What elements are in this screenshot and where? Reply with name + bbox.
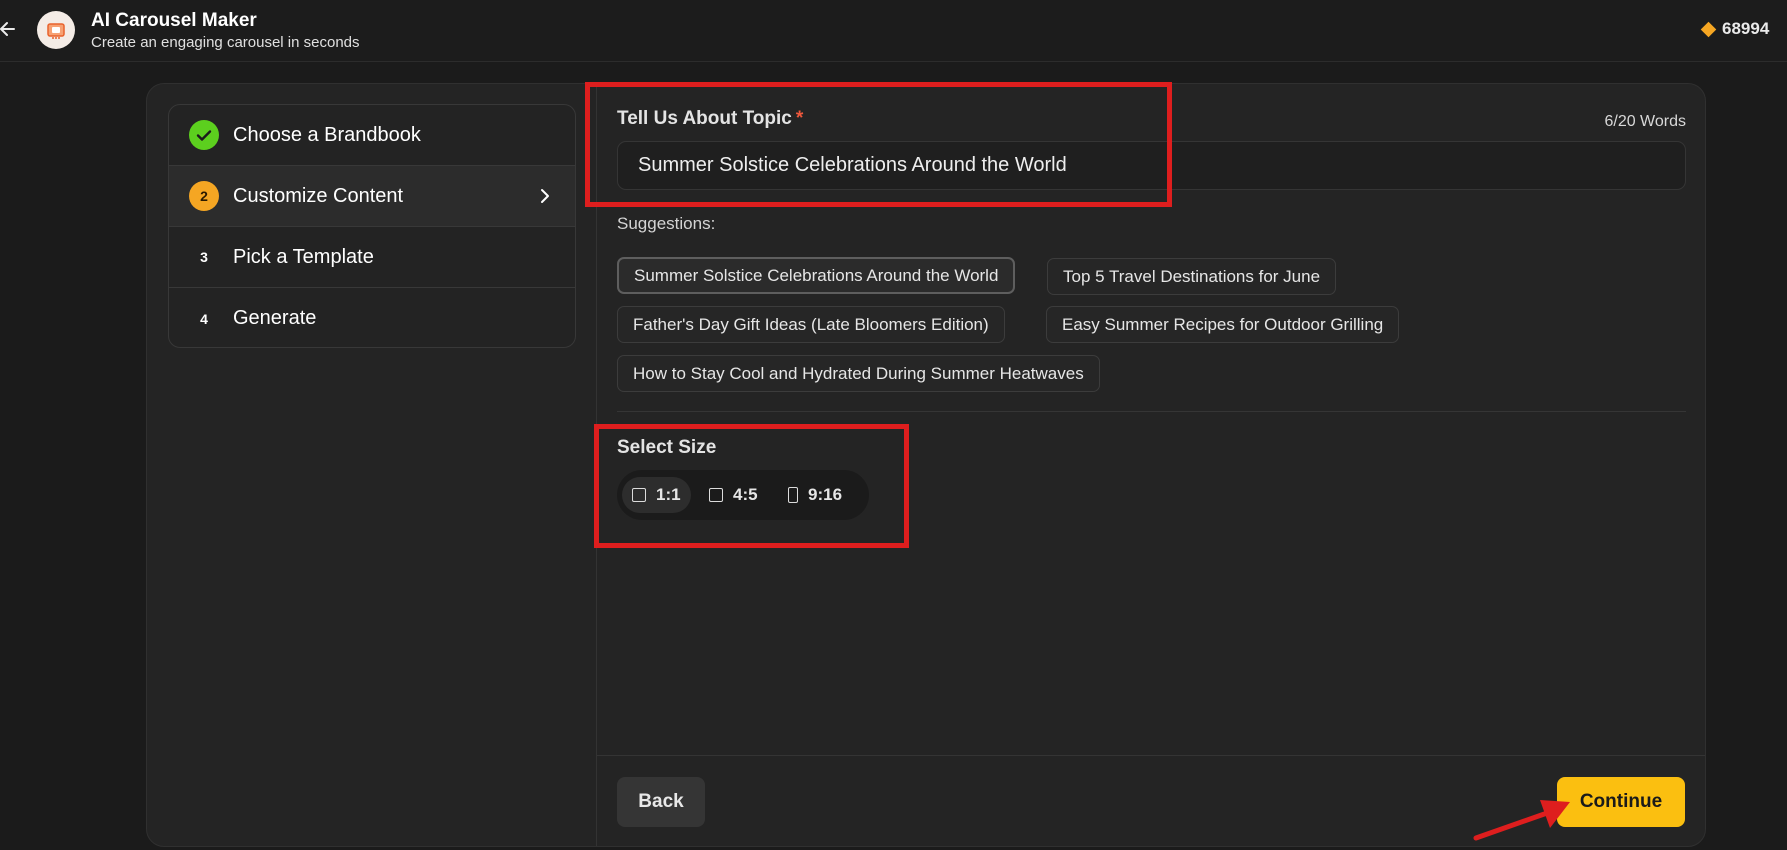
phone-icon: [788, 487, 798, 503]
suggestion-chip[interactable]: Easy Summer Recipes for Outdoor Grilling: [1046, 306, 1400, 343]
step-generate[interactable]: 4 Generate: [169, 288, 575, 347]
step-label: Choose a Brandbook: [233, 123, 421, 146]
diamond-icon: [1700, 21, 1717, 37]
step-number: 4: [200, 310, 208, 327]
suggestions-label: Suggestions:: [617, 214, 716, 233]
square-icon: [632, 488, 646, 502]
required-marker: *: [795, 108, 804, 129]
step-number: 2: [189, 181, 219, 211]
check-icon: [189, 120, 219, 150]
suggestion-chip[interactable]: Summer Solstice Celebrations Around the …: [617, 257, 1016, 294]
step-customize-content[interactable]: 2 Customize Content: [169, 166, 575, 227]
suggestion-chip[interactable]: Top 5 Travel Destinations for June: [1047, 258, 1337, 295]
step-number: 3: [200, 249, 208, 265]
app-title: AI Carousel Maker: [91, 10, 257, 31]
step-label: Pick a Template: [233, 245, 374, 268]
suggestion-chip[interactable]: How to Stay Cool and Hydrated During Sum…: [617, 355, 1100, 392]
size-option-4-5[interactable]: 4:5: [699, 477, 768, 513]
app-header: AI Carousel Maker Create an engaging car…: [0, 0, 1787, 62]
topic-input[interactable]: [617, 141, 1686, 190]
size-option-1-1[interactable]: 1:1: [622, 477, 691, 513]
chevron-right-icon: [535, 184, 555, 208]
size-label: Select Size: [617, 437, 717, 458]
step-choose-brandbook[interactable]: Choose a Brandbook: [169, 105, 575, 166]
continue-button[interactable]: Continue: [1557, 777, 1685, 827]
steps-list: Choose a Brandbook 2 Customize Content 3…: [168, 104, 576, 348]
credits-value: 68994: [1722, 19, 1770, 38]
app-subtitle: Create an engaging carousel in seconds: [91, 34, 360, 51]
back-arrow-icon[interactable]: [0, 17, 18, 41]
carousel-logo-icon: [37, 11, 75, 49]
step-label: Customize Content: [233, 184, 404, 207]
step-label: Generate: [233, 307, 317, 329]
step-pick-template[interactable]: 3 Pick a Template: [169, 227, 575, 288]
topic-label: Tell Us About Topic *: [617, 108, 804, 129]
content-panel: [596, 84, 1705, 846]
suggestion-chip[interactable]: Father's Day Gift Ideas (Late Bloomers E…: [617, 306, 1005, 343]
portrait-icon: [709, 488, 723, 502]
back-button[interactable]: Back: [617, 777, 705, 827]
footer-divider: [597, 755, 1705, 756]
size-selector: 1:1 4:5 9:16: [617, 470, 869, 520]
section-divider: [617, 411, 1686, 412]
credits-balance: 68994: [1700, 19, 1770, 39]
size-option-9-16[interactable]: 9:16: [778, 477, 852, 513]
word-count: 6/20 Words: [1604, 113, 1686, 130]
